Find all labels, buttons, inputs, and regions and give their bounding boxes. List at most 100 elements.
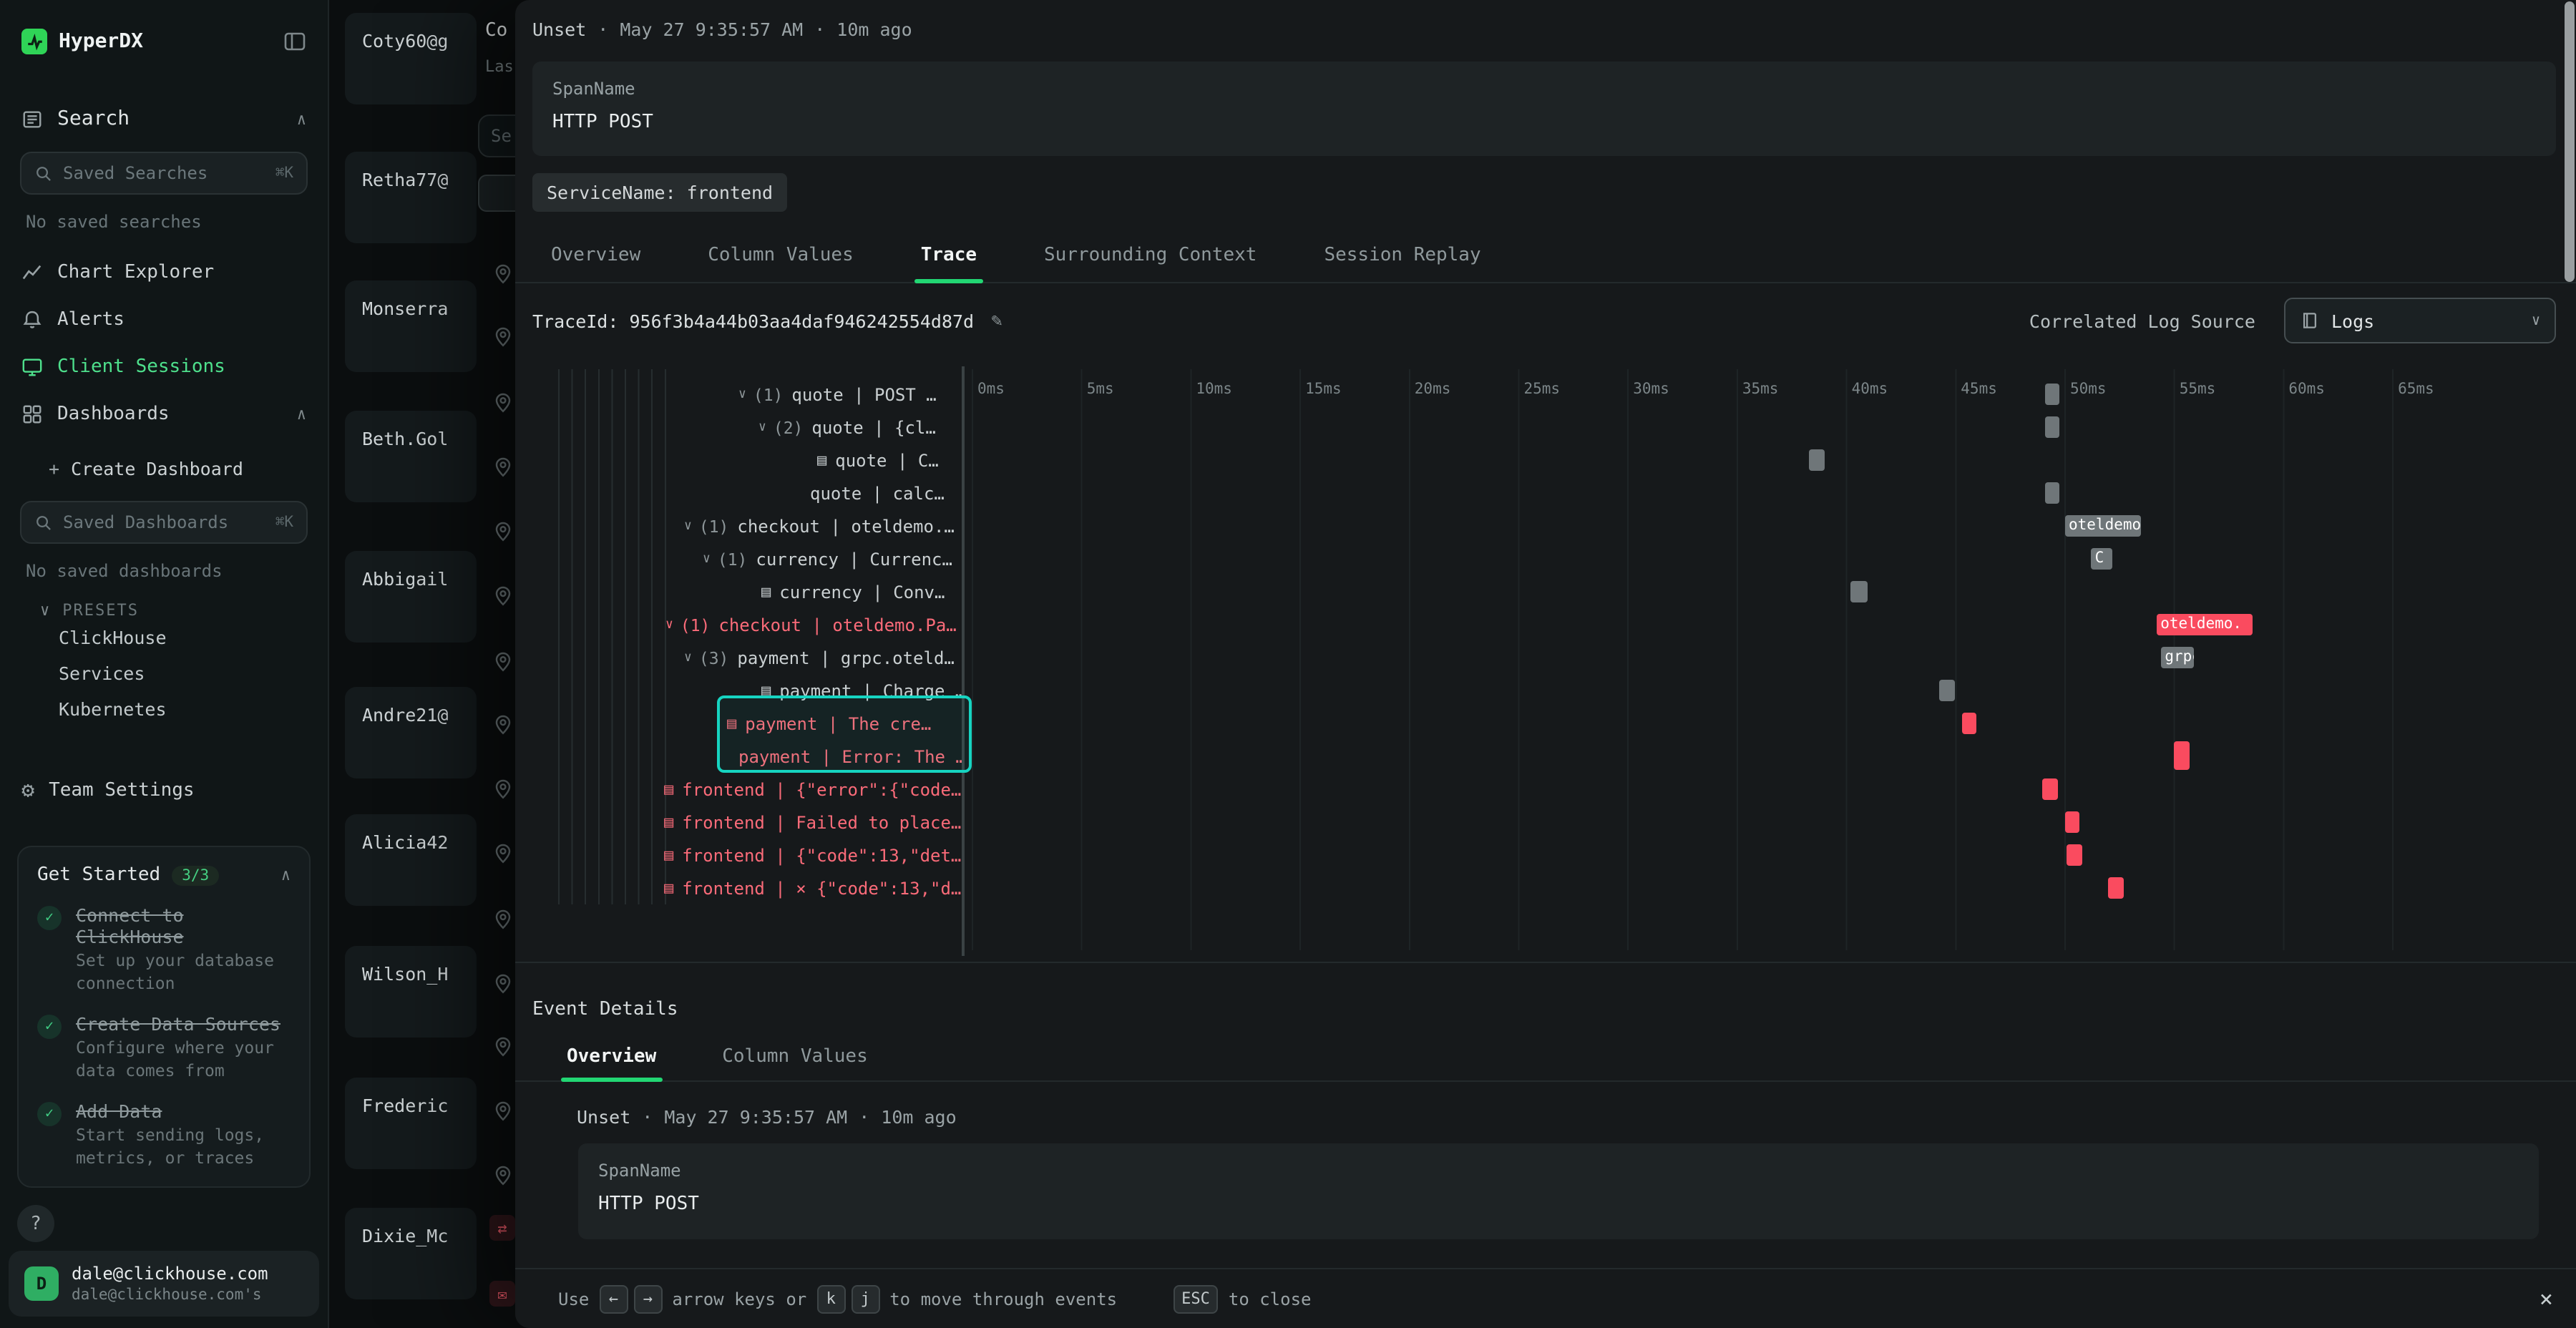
- tab-overview[interactable]: Overview: [567, 1033, 656, 1080]
- collapse-sidebar-icon[interactable]: [283, 30, 306, 53]
- span-duration-bar[interactable]: [1809, 449, 1824, 471]
- tab-surrounding-context[interactable]: Surrounding Context: [1044, 229, 1257, 282]
- span-duration-bar[interactable]: [2042, 778, 2057, 800]
- session-list-item[interactable]: Monserra: [345, 280, 477, 372]
- get-started-step[interactable]: ✓ Connect to ClickHouse Set up your data…: [37, 904, 291, 995]
- close-icon[interactable]: ×: [2540, 1285, 2553, 1312]
- span-duration-bar[interactable]: oteldemo.: [2064, 515, 2141, 537]
- location-pin-icon[interactable]: [492, 326, 515, 349]
- location-pin-icon[interactable]: [492, 521, 515, 544]
- location-pin-icon[interactable]: [492, 456, 515, 479]
- k-key[interactable]: k: [816, 1284, 845, 1313]
- session-list-item[interactable]: Retha77@: [345, 152, 477, 243]
- span-duration-bar[interactable]: C: [2091, 548, 2113, 570]
- sidebar-item-client-sessions[interactable]: Client Sessions: [0, 343, 328, 391]
- span-tree-label[interactable]: ▤frontend | Failed to place…: [664, 806, 962, 839]
- sidebar-item-services[interactable]: Services: [0, 655, 328, 691]
- chevron-down-icon[interactable]: ∨: [684, 519, 692, 533]
- span-tree-label[interactable]: ▤frontend | {"error":{"code…: [664, 773, 962, 806]
- span-duration-bar[interactable]: [2064, 811, 2079, 833]
- span-tree-label[interactable]: ∨(2)quote | {cl…: [758, 411, 962, 444]
- sidebar-item-team-settings[interactable]: ⚙ Team Settings: [0, 767, 328, 814]
- presets-section-header[interactable]: ∨ PRESETS: [40, 601, 306, 620]
- location-pin-icon[interactable]: [492, 843, 515, 866]
- span-tree-label[interactable]: payment | Error: The …: [738, 740, 962, 773]
- location-pin-icon[interactable]: [492, 973, 515, 996]
- chevron-up-icon[interactable]: ∧: [297, 109, 306, 128]
- span-tree-label[interactable]: ▤payment | Charge …: [761, 674, 962, 707]
- search-section-header[interactable]: Search ∧: [0, 97, 328, 140]
- location-pin-icon[interactable]: [492, 585, 515, 608]
- location-pin-icon[interactable]: [492, 778, 515, 801]
- chevron-up-icon[interactable]: ∧: [297, 405, 306, 424]
- span-duration-bar[interactable]: [2174, 741, 2189, 770]
- span-tree-label[interactable]: ∨(1)currency | Currenc…: [703, 542, 962, 575]
- span-tree-label[interactable]: ▤payment | The cre…: [727, 707, 962, 740]
- arrow-left-key[interactable]: ←: [599, 1284, 628, 1313]
- span-tree-label[interactable]: ∨(1)checkout | oteldemo.…: [684, 509, 962, 542]
- span-duration-bar[interactable]: [2067, 844, 2082, 866]
- span-tree-label[interactable]: ∨(1)quote | POST …: [738, 378, 962, 411]
- j-key[interactable]: j: [851, 1284, 879, 1313]
- span-duration-bar[interactable]: [1961, 713, 1976, 734]
- session-list-item[interactable]: Abbigail: [345, 551, 477, 643]
- chevron-up-icon[interactable]: ∧: [281, 866, 291, 884]
- span-tree-label[interactable]: quote | calc…: [810, 477, 962, 509]
- tab-trace[interactable]: Trace: [921, 229, 977, 282]
- sidebar-item-clickhouse[interactable]: ClickHouse: [0, 620, 328, 655]
- get-started-step[interactable]: ✓ Add Data Start sending logs, metrics, …: [37, 1100, 291, 1169]
- span-duration-bar[interactable]: [2045, 482, 2060, 504]
- chevron-down-icon[interactable]: ∨: [758, 420, 766, 434]
- saved-searches-input[interactable]: Saved Searches ⌘K: [20, 152, 308, 195]
- tab-column-values[interactable]: Column Values: [722, 1033, 868, 1080]
- service-name-tag[interactable]: ServiceName: frontend: [532, 173, 787, 212]
- span-tree-label[interactable]: ∨(3)payment | grpc.oteld…: [684, 641, 962, 674]
- span-duration-bar[interactable]: [2108, 877, 2123, 899]
- session-list-item[interactable]: Andre21@: [345, 687, 477, 778]
- location-pin-icon[interactable]: [492, 1100, 515, 1123]
- sidebar-item-dashboards[interactable]: Dashboards ∧: [0, 391, 328, 438]
- get-started-step[interactable]: ✓ Create Data Sources Configure where yo…: [37, 1013, 291, 1082]
- chevron-down-icon[interactable]: ∨: [703, 552, 711, 566]
- esc-key[interactable]: ESC: [1173, 1284, 1219, 1313]
- page-scrollbar[interactable]: [2565, 1, 2575, 282]
- span-tree-label[interactable]: ▤currency | Conv…: [761, 575, 962, 608]
- session-list-item[interactable]: Coty60@g: [345, 13, 477, 104]
- session-list-item[interactable]: Beth.Gol: [345, 411, 477, 502]
- user-menu[interactable]: D dale@clickhouse.com dale@clickhouse.co…: [9, 1251, 319, 1317]
- sidebar-item-kubernetes[interactable]: Kubernetes: [0, 691, 328, 727]
- span-tree-label[interactable]: ∨(1)checkout | oteldemo.Pa…: [665, 608, 962, 641]
- location-pin-icon[interactable]: [492, 263, 515, 286]
- session-list-item[interactable]: Frederic: [345, 1078, 477, 1169]
- hyperdx-logo[interactable]: HyperDX: [21, 29, 143, 54]
- span-duration-bar[interactable]: [1850, 581, 1868, 602]
- sidebar-item-alerts[interactable]: Alerts: [0, 296, 328, 343]
- location-pin-icon[interactable]: [492, 1036, 515, 1059]
- sidebar-item-chart-explorer[interactable]: Chart Explorer: [0, 249, 328, 296]
- create-dashboard-button[interactable]: + Create Dashboard: [0, 446, 328, 489]
- session-list-item[interactable]: Dixie_Mc: [345, 1208, 477, 1299]
- span-tree-label[interactable]: ▤quote | C…: [817, 444, 962, 477]
- chevron-down-icon[interactable]: ∨: [665, 617, 673, 632]
- span-duration-bar[interactable]: oteldemo.: [2156, 614, 2252, 635]
- chevron-down-icon[interactable]: ∨: [738, 387, 746, 401]
- location-pin-icon[interactable]: [492, 909, 515, 932]
- get-started-header[interactable]: Get Started 3/3 ∧: [37, 864, 291, 886]
- error-event-icon[interactable]: ✉: [489, 1281, 515, 1307]
- location-pin-icon[interactable]: [492, 651, 515, 674]
- tab-session-replay[interactable]: Session Replay: [1324, 229, 1480, 282]
- span-duration-bar[interactable]: [1940, 680, 1955, 701]
- chevron-down-icon[interactable]: ∨: [684, 650, 692, 665]
- error-event-icon[interactable]: ⇄: [489, 1215, 515, 1241]
- span-duration-bar[interactable]: [2045, 416, 2060, 438]
- log-source-select[interactable]: Logs ∨: [2284, 298, 2556, 343]
- tab-column-values[interactable]: Column Values: [708, 229, 854, 282]
- edit-icon[interactable]: ✎: [991, 310, 1002, 331]
- session-list-item[interactable]: Alicia42: [345, 814, 477, 906]
- arrow-right-key[interactable]: →: [633, 1284, 662, 1313]
- span-duration-bar[interactable]: grpc.: [2160, 647, 2193, 668]
- location-pin-icon[interactable]: [492, 392, 515, 415]
- help-button[interactable]: ?: [17, 1205, 54, 1242]
- session-list-item[interactable]: Wilson_H: [345, 946, 477, 1038]
- span-duration-bar[interactable]: [2045, 384, 2060, 405]
